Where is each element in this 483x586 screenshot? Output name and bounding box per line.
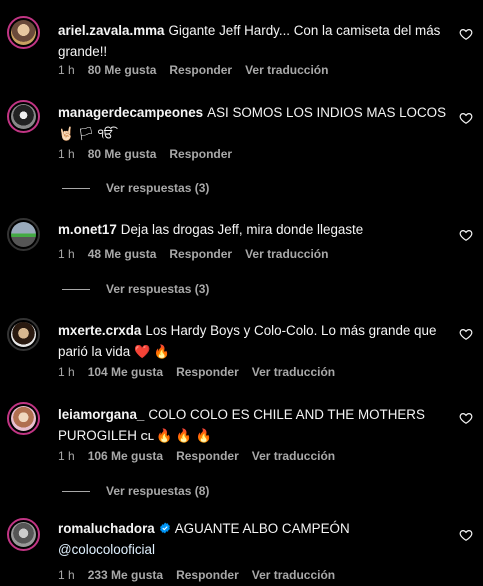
likes-count[interactable]: 48 Me gusta (88, 247, 157, 261)
heart-icon[interactable] (459, 411, 473, 425)
avatar[interactable] (7, 318, 40, 351)
reply-button[interactable]: Responder (176, 365, 239, 379)
heart-icon[interactable] (459, 228, 473, 242)
comment-meta: 1 h 106 Me gusta Responder Ver traducció… (58, 449, 348, 463)
comment-meta: 1 h 80 Me gusta Responder Ver traducción (58, 63, 341, 77)
reply-button[interactable]: Responder (169, 147, 232, 161)
comment-emojis: 🤘🏻 🏳 ੴ (58, 126, 114, 141)
comment-body: AGUANTE ALBO CAMPEÓN (174, 521, 350, 536)
reply-button[interactable]: Responder (176, 568, 239, 582)
replies-divider (62, 187, 90, 189)
likes-count[interactable]: 104 Me gusta (88, 365, 163, 379)
likes-count[interactable]: 80 Me gusta (88, 147, 157, 161)
avatar[interactable] (7, 518, 40, 551)
avatar[interactable] (7, 218, 40, 251)
comment-body: Deja las drogas Jeff, mira donde llegast… (120, 222, 364, 237)
comment-text: ariel.zavala.mma Gigante Jeff Hardy... Co… (58, 20, 448, 62)
replies-divider (62, 288, 90, 290)
comment-text: managerdecampeones ASI SOMOS LOS INDIOS M… (58, 102, 448, 144)
comment-username[interactable]: m.onet17 (58, 222, 117, 237)
comment-time: 1 h (58, 63, 75, 77)
likes-count[interactable]: 106 Me gusta (88, 449, 163, 463)
replies-divider (62, 490, 90, 492)
comment-time: 1 h (58, 365, 75, 379)
comment-username[interactable]: leiamorgana_ (58, 407, 144, 422)
comment-emojis: ❤️ 🔥 (133, 344, 170, 359)
translate-button[interactable]: Ver traducción (245, 63, 328, 77)
comment-meta: 1 h 104 Me gusta Responder Ver traducció… (58, 365, 348, 379)
comment-time: 1 h (58, 147, 75, 161)
reply-button[interactable]: Responder (169, 247, 232, 261)
heart-icon[interactable] (459, 528, 473, 542)
comment-body: ASI SOMOS LOS INDIOS MAS LOCOS (207, 105, 446, 120)
view-replies-button[interactable]: Ver respuestas (3) (58, 181, 209, 195)
translate-button[interactable]: Ver traducción (245, 247, 328, 261)
comment-username[interactable]: mxerte.crxda (58, 323, 141, 338)
view-replies-button[interactable]: Ver respuestas (3) (58, 282, 209, 296)
verified-badge-icon (159, 522, 170, 534)
heart-icon[interactable] (459, 327, 473, 341)
view-replies-label[interactable]: Ver respuestas (8) (106, 484, 209, 498)
avatar[interactable] (7, 16, 40, 49)
comment-username[interactable]: romaluchadora (58, 521, 155, 536)
comment-text: m.onet17 Deja las drogas Jeff, mira donde… (58, 219, 448, 240)
likes-count[interactable]: 80 Me gusta (88, 63, 157, 77)
comment-time: 1 h (58, 568, 75, 582)
view-replies-button[interactable]: Ver respuestas (8) (58, 484, 209, 498)
avatar[interactable] (7, 100, 40, 133)
translate-button[interactable]: Ver traducción (252, 365, 335, 379)
comment-text: leiamorgana_ COLO COLO ES CHILE AND THE M… (58, 404, 448, 448)
reply-button[interactable]: Responder (169, 63, 232, 77)
translate-button[interactable]: Ver traducción (252, 568, 335, 582)
comment-meta: 1 h 233 Me gusta Responder Ver traducció… (58, 568, 348, 582)
chile-flag-icon: CL (140, 432, 154, 443)
comment-username[interactable]: managerdecampeones (58, 105, 203, 120)
comment-text: romaluchadora AGUANTE ALBO CAMPEÓN @coloc… (58, 518, 448, 560)
comment-emojis: 🔥 🔥 🔥 (155, 428, 212, 443)
comment-meta: 1 h 80 Me gusta Responder (58, 147, 245, 161)
comment-time: 1 h (58, 449, 75, 463)
view-replies-label[interactable]: Ver respuestas (3) (106, 282, 209, 296)
heart-icon[interactable] (459, 27, 473, 41)
mention-link[interactable]: @colocolooficial (58, 542, 155, 557)
view-replies-label[interactable]: Ver respuestas (3) (106, 181, 209, 195)
comment-time: 1 h (58, 247, 75, 261)
heart-icon[interactable] (459, 111, 473, 125)
avatar[interactable] (7, 402, 40, 435)
reply-button[interactable]: Responder (176, 449, 239, 463)
comment-text: mxerte.crxda Los Hardy Boys y Colo-Colo. … (58, 320, 448, 362)
comment-username[interactable]: ariel.zavala.mma (58, 23, 164, 38)
likes-count[interactable]: 233 Me gusta (88, 568, 163, 582)
translate-button[interactable]: Ver traducción (252, 449, 335, 463)
comment-meta: 1 h 48 Me gusta Responder Ver traducción (58, 247, 341, 261)
